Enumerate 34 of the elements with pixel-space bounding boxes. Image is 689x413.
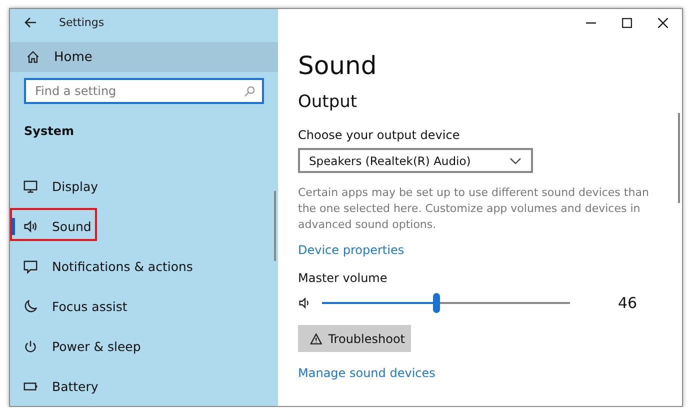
power-icon: [23, 338, 38, 354]
nav-item[interactable]: Sound: [10, 206, 278, 246]
home-nav-item[interactable]: Home: [10, 42, 278, 72]
nav-item[interactable]: Notifications & actions: [10, 246, 278, 286]
speaker-icon: [23, 218, 38, 234]
section-heading: Output: [298, 92, 358, 112]
search-icon: [244, 86, 255, 97]
nav-item[interactable]: Focus assist: [10, 286, 278, 326]
info-text: Certain apps may be set up to use different sound devices than the one selected here. Customize app volumes and devices in advanced sound options.: [298, 185, 650, 233]
message-icon: [23, 258, 38, 274]
page-title: Sound: [298, 51, 378, 80]
section-heading: System: [24, 124, 75, 138]
scrollbar: [274, 191, 276, 261]
nav-item[interactable]: Battery: [10, 366, 278, 406]
slider-thumb[interactable]: [433, 293, 440, 313]
nav-item[interactable]: Power & sleep: [10, 326, 278, 366]
device-dropdown[interactable]: Speakers (Realtek(R) Audio): [298, 148, 533, 173]
chevron-down-icon: [510, 158, 521, 164]
warning-icon: [310, 332, 322, 344]
back-arrow-icon[interactable]: [24, 17, 37, 28]
manage-devices-link[interactable]: Manage sound devices: [298, 366, 436, 380]
close-icon[interactable]: [658, 18, 668, 28]
moon-icon: [23, 298, 38, 314]
volume-value: 46: [618, 294, 638, 312]
maximize-icon[interactable]: [622, 18, 632, 28]
troubleshoot-button[interactable]: Troubleshoot: [298, 325, 411, 352]
field-label: Choose your output device: [298, 128, 461, 142]
home-icon: [26, 50, 40, 64]
search-field[interactable]: Find a setting: [24, 78, 264, 104]
window-title: Settings: [59, 16, 104, 29]
monitor-icon: [23, 178, 38, 194]
device-properties-link[interactable]: Device properties: [298, 243, 404, 257]
nav-item[interactable]: Display: [10, 166, 278, 206]
field-label: Master volume: [298, 271, 388, 285]
